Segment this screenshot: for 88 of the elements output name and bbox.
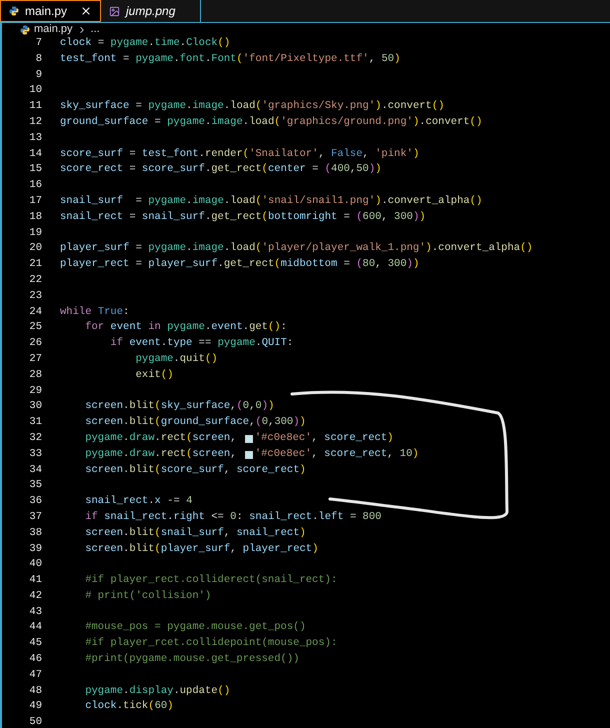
code-line: screen.blit(score_surf, score_rect) [84, 462, 306, 478]
code-line: if snail_rect.right <= 0: snail_rect.left = 800 [84, 510, 382, 525]
code-line: snail_rect = snail_surf.get_rect(bottomright = (600, 300)) [60, 210, 426, 225]
line-number: 16 [28, 178, 42, 194]
line-number: 36 [28, 494, 42, 510]
line-number: 28 [28, 368, 42, 383]
code-line: score_surf = test_font.render('Snailator', False, 'pink') [60, 146, 420, 162]
line-number: 31 [28, 415, 42, 430]
line-number: 30 [28, 399, 42, 414]
code-text: '#c0e8ec', score_rect) [254, 430, 394, 446]
line-number: 8 [34, 52, 42, 67]
code-text: '#c0e8ec', score_rect, 10) [254, 446, 419, 462]
line-number: 44 [28, 620, 42, 636]
code-line: pygame.display.update() [84, 684, 230, 699]
line-number: 18 [28, 210, 42, 225]
line-number: 25 [28, 320, 42, 336]
color-swatch-icon[interactable] [244, 450, 253, 459]
line-number: 39 [28, 542, 42, 556]
line-number: 11 [28, 99, 42, 114]
line-number: 34 [28, 462, 42, 478]
code-line: ground_surface = pygame.image.load('graphics/ground.png').convert() [60, 114, 482, 130]
line-number: 50 [28, 715, 42, 728]
line-number: 24 [28, 304, 42, 320]
code-line: snail_rect.x -= 4 [84, 494, 192, 510]
python-file-icon [9, 6, 19, 16]
code-line: screen.blit(ground_surface,(0,300)) [84, 415, 306, 430]
line-number: 10 [28, 83, 42, 98]
code-line: if event.type == pygame.QUIT: [109, 336, 294, 352]
line-number: 40 [28, 557, 42, 572]
line-number: 32 [28, 430, 42, 446]
line-number: 29 [28, 384, 42, 399]
code-line: score_rect = score_surf.get_rect(center = (400,50)) [60, 162, 382, 178]
close-icon[interactable] [80, 5, 92, 17]
code-line: # print('collision') [84, 588, 212, 604]
code-text: pygame.draw.rect(screen, [84, 446, 238, 462]
code-line: pygame.quit() [134, 352, 218, 367]
line-number: 17 [28, 194, 42, 209]
line-number: 12 [28, 114, 42, 130]
image-file-icon [109, 6, 120, 16]
code-line: while True: [60, 304, 130, 320]
code-line: for event in pygame.event.get(): [84, 320, 287, 336]
line-number: 43 [28, 604, 42, 620]
breadcrumb-item[interactable]: main.py [34, 21, 73, 38]
line-number: 14 [28, 146, 42, 162]
line-number: 22 [28, 272, 42, 288]
code-line: player_rect = player_surf.get_rect(midbottom = (80, 300)) [60, 257, 420, 272]
line-number: 20 [28, 241, 42, 256]
line-number: 48 [28, 684, 42, 699]
line-number: 37 [28, 510, 42, 525]
line-number: 46 [28, 652, 42, 668]
code-text: pygame.draw.rect(screen, [84, 430, 238, 446]
line-number: 41 [28, 573, 42, 588]
line-number: 9 [34, 68, 42, 83]
color-swatch-icon[interactable] [244, 434, 253, 443]
code-line: clock.tick(60) [84, 699, 174, 714]
code-line: #print(pygame.mouse.get_pressed()) [84, 652, 300, 668]
code-line: #if player_rcet.collidepoint(mouse_pos): [84, 636, 338, 652]
code-line: #if player_rect.colliderect(snail_rect): [84, 573, 338, 588]
code-line: exit() [134, 368, 174, 383]
line-number: 33 [28, 446, 42, 462]
line-number: 49 [28, 699, 42, 714]
breadcrumb-item[interactable]: ... [90, 21, 100, 38]
line-number: 15 [28, 162, 42, 178]
code-line: screen.blit(snail_surf, snail_rect) [84, 526, 306, 541]
line-number: 35 [28, 478, 42, 494]
line-number: 42 [28, 588, 42, 604]
python-file-icon [20, 24, 30, 34]
line-number: 13 [28, 130, 42, 146]
line-number: 47 [28, 668, 42, 683]
code-line: screen.blit(player_surf, player_rect) [84, 542, 318, 556]
code-line: sky_surface = pygame.image.load('graphics/Sky.png').convert() [60, 99, 444, 114]
line-number: 21 [28, 257, 42, 272]
line-number: 26 [28, 336, 42, 352]
line-number: 38 [28, 526, 42, 541]
line-number: 19 [28, 226, 42, 241]
code-line: #mouse_pos = pygame.mouse.get_pos() [84, 620, 306, 636]
code-line: player_surf = pygame.image.load('player/player_walk_1.png').convert_alpha() [60, 241, 533, 256]
tab-label: jump.png [126, 3, 176, 20]
code-line: snail_surf = pygame.image.load('snail/snail1.png').convert_alpha() [60, 194, 482, 209]
line-number: 45 [28, 636, 42, 652]
code-line: screen.blit(sky_surface,(0,0)) [84, 399, 274, 414]
line-number: 27 [28, 352, 42, 367]
code-line: clock = pygame.time.Clock() [60, 36, 230, 51]
editor-tab[interactable]: main.py [0, 0, 101, 22]
line-number: 23 [28, 288, 42, 304]
line-number: 7 [34, 36, 42, 51]
tab-label: main.py [25, 3, 68, 20]
code-line: test_font = pygame.font.Font('font/Pixeltype.ttf', 50) [60, 52, 400, 67]
